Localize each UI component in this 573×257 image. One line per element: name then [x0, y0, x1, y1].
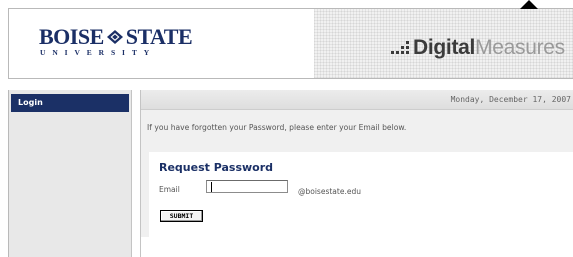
digital-measures-dots-icon [391, 41, 409, 54]
logo-subtitle: UNIVERSITY [40, 48, 157, 57]
cursor-arrow-icon [520, 0, 538, 9]
logo-text-measures: Measures [475, 36, 565, 59]
sidebar-item-login[interactable]: Login [11, 94, 129, 112]
email-field[interactable] [206, 180, 288, 193]
form-title: Request Password [159, 161, 274, 174]
boise-state-logo[interactable]: BOISE STATE UNIVERSITY [39, 26, 193, 66]
logo-word-state: STATE [125, 24, 193, 49]
request-password-panel: Request Password Email @boisestate.edu S… [149, 152, 573, 237]
logo-text-digital: Digital [413, 36, 476, 59]
current-date: Monday, December 17, 2007 [450, 95, 571, 104]
submit-button[interactable]: SUBMIT [160, 210, 203, 222]
logo-word-boise: BOISE [39, 24, 104, 49]
sidebar: Login [8, 90, 132, 257]
instructions-text: If you have forgotten your Password, ple… [147, 123, 407, 132]
main-bottom [141, 237, 573, 257]
site-header: BOISE STATE UNIVERSITY Digital Measures [8, 8, 573, 79]
digital-measures-logo[interactable]: Digital Measures [391, 33, 565, 63]
email-domain-suffix: @boisestate.edu [298, 187, 361, 196]
date-bar: Monday, December 17, 2007 [141, 90, 573, 110]
boise-state-diamond-icon [106, 30, 123, 44]
notice-area: If you have forgotten your Password, ple… [141, 110, 573, 237]
email-label: Email [159, 185, 180, 194]
boise-state-wordmark: BOISE STATE [39, 24, 193, 49]
main-content: Monday, December 17, 2007 If you have fo… [140, 90, 573, 257]
text-caret [211, 182, 212, 192]
